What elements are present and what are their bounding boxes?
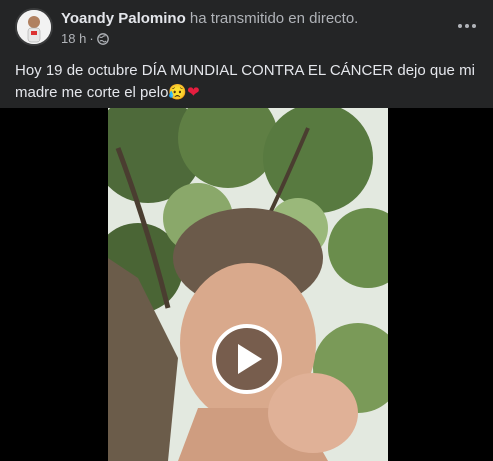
avatar[interactable] [15, 8, 53, 46]
post-meta: 18 h · [61, 31, 109, 46]
play-icon [238, 344, 262, 374]
post-action-text: ha transmitido en directo. [189, 10, 359, 27]
post-title-line: Yoandy Palomino ha transmitido en direct… [61, 10, 358, 27]
video-player[interactable] [0, 108, 493, 461]
video-thumbnail [108, 108, 388, 461]
post-body-text: Hoy 19 de octubre DÍA MUNDIAL CONTRA EL … [15, 62, 475, 101]
heart-emoji: ❤ [187, 84, 200, 101]
post-text: Hoy 19 de octubre DÍA MUNDIAL CONTRA EL … [15, 60, 475, 104]
globe-icon [96, 32, 109, 45]
sad-emoji: 😥 [168, 84, 188, 101]
avatar-image [17, 10, 51, 44]
play-button[interactable] [212, 324, 282, 394]
author-name[interactable]: Yoandy Palomino [61, 10, 186, 27]
post-header: Yoandy Palomino ha transmitido en direct… [0, 0, 493, 52]
more-options-icon[interactable] [453, 12, 481, 40]
post-time[interactable]: 18 h [61, 31, 86, 46]
meta-separator: · [89, 31, 94, 46]
video-still-image [108, 108, 388, 461]
